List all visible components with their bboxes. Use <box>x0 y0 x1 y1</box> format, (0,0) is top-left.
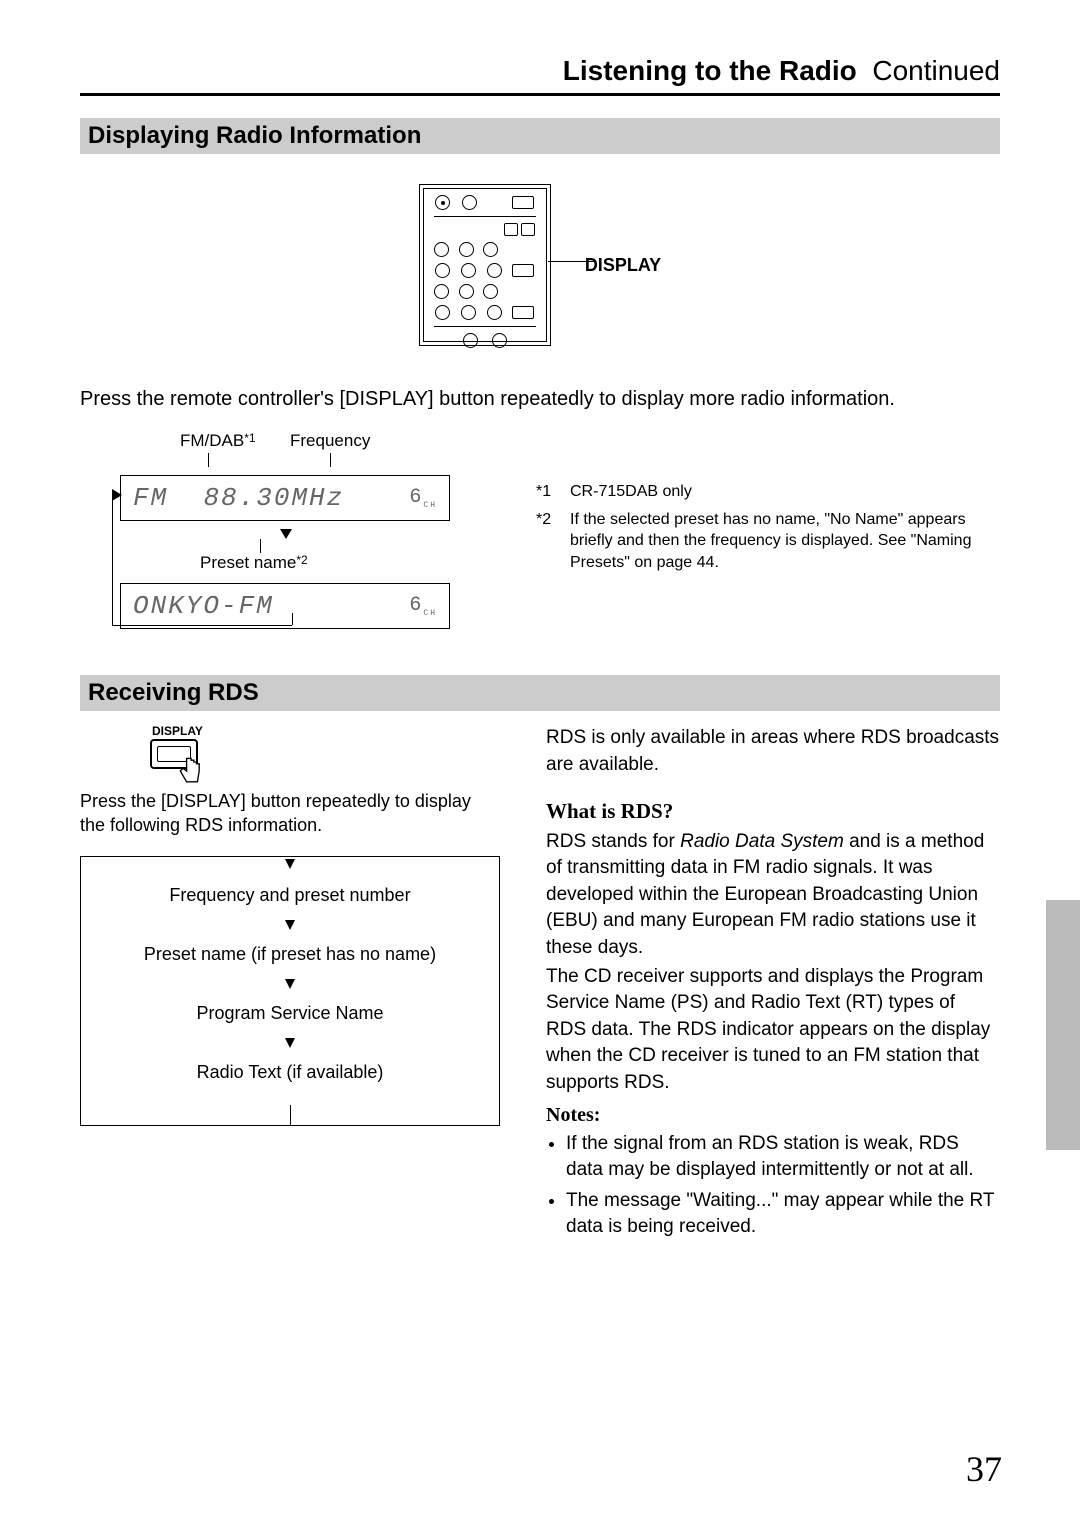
lcd-display-preset-name: ONKYO-FM 6CH <box>120 583 450 629</box>
flow-step: Preset name (if preset has no name) <box>91 944 489 965</box>
rds-right-column: RDS is only available in areas where RDS… <box>546 725 1000 1245</box>
flow-step: Frequency and preset number <box>91 885 489 906</box>
section-displaying-radio-info: Displaying Radio Information <box>80 118 1000 154</box>
display-button-icon: DISPLAY <box>150 739 220 769</box>
preset-name-label: Preset name*2 <box>200 553 308 573</box>
arrow-down-icon <box>285 920 295 930</box>
rds-flow-diagram: Frequency and preset number Preset name … <box>80 856 500 1126</box>
rds-left-intro: Press the [DISPLAY] button repeatedly to… <box>80 789 500 838</box>
arrow-down-icon <box>285 859 295 869</box>
section-receiving-rds: Receiving RDS <box>80 675 1000 711</box>
arrow-down-icon <box>280 529 292 539</box>
rds-availability-text: RDS is only available in areas where RDS… <box>546 725 1000 778</box>
footnotes: *1 CR-715DAB only *2 If the selected pre… <box>536 481 1000 573</box>
lcd-display-frequency: FM 88.30MHz 6CH <box>120 475 450 521</box>
side-tab <box>1046 900 1080 1150</box>
rds-support-text: The CD receiver supports and displays th… <box>546 964 1000 1097</box>
note-item: The message "Waiting..." may appear whil… <box>566 1188 1000 1241</box>
remote-display-button <box>512 264 534 277</box>
display-label: DISPLAY <box>585 255 661 276</box>
page-header: Listening to the Radio Continued <box>80 55 1000 96</box>
notes-heading: Notes: <box>546 1101 1000 1129</box>
remote-controller-illustration <box>419 184 551 346</box>
what-is-rds-body: RDS stands for Radio Data System and is … <box>546 829 1000 962</box>
flow-step: Program Service Name <box>91 1003 489 1024</box>
flow-step: Radio Text (if available) <box>91 1062 489 1083</box>
frequency-label: Frequency <box>290 431 370 451</box>
fmdab-label: FM/DAB*1 <box>180 431 256 451</box>
arrow-down-icon <box>285 1038 295 1048</box>
header-bold: Listening to the Radio <box>563 55 857 86</box>
note-item: If the signal from an RDS station is wea… <box>566 1131 1000 1184</box>
instruction-text: Press the remote controller's [DISPLAY] … <box>80 386 1000 413</box>
page-number: 37 <box>966 1448 1002 1490</box>
what-is-rds-heading: What is RDS? <box>546 797 1000 826</box>
hand-pointer-icon <box>174 753 210 794</box>
arrow-down-icon <box>285 979 295 989</box>
notes-list: If the signal from an RDS station is wea… <box>546 1131 1000 1241</box>
